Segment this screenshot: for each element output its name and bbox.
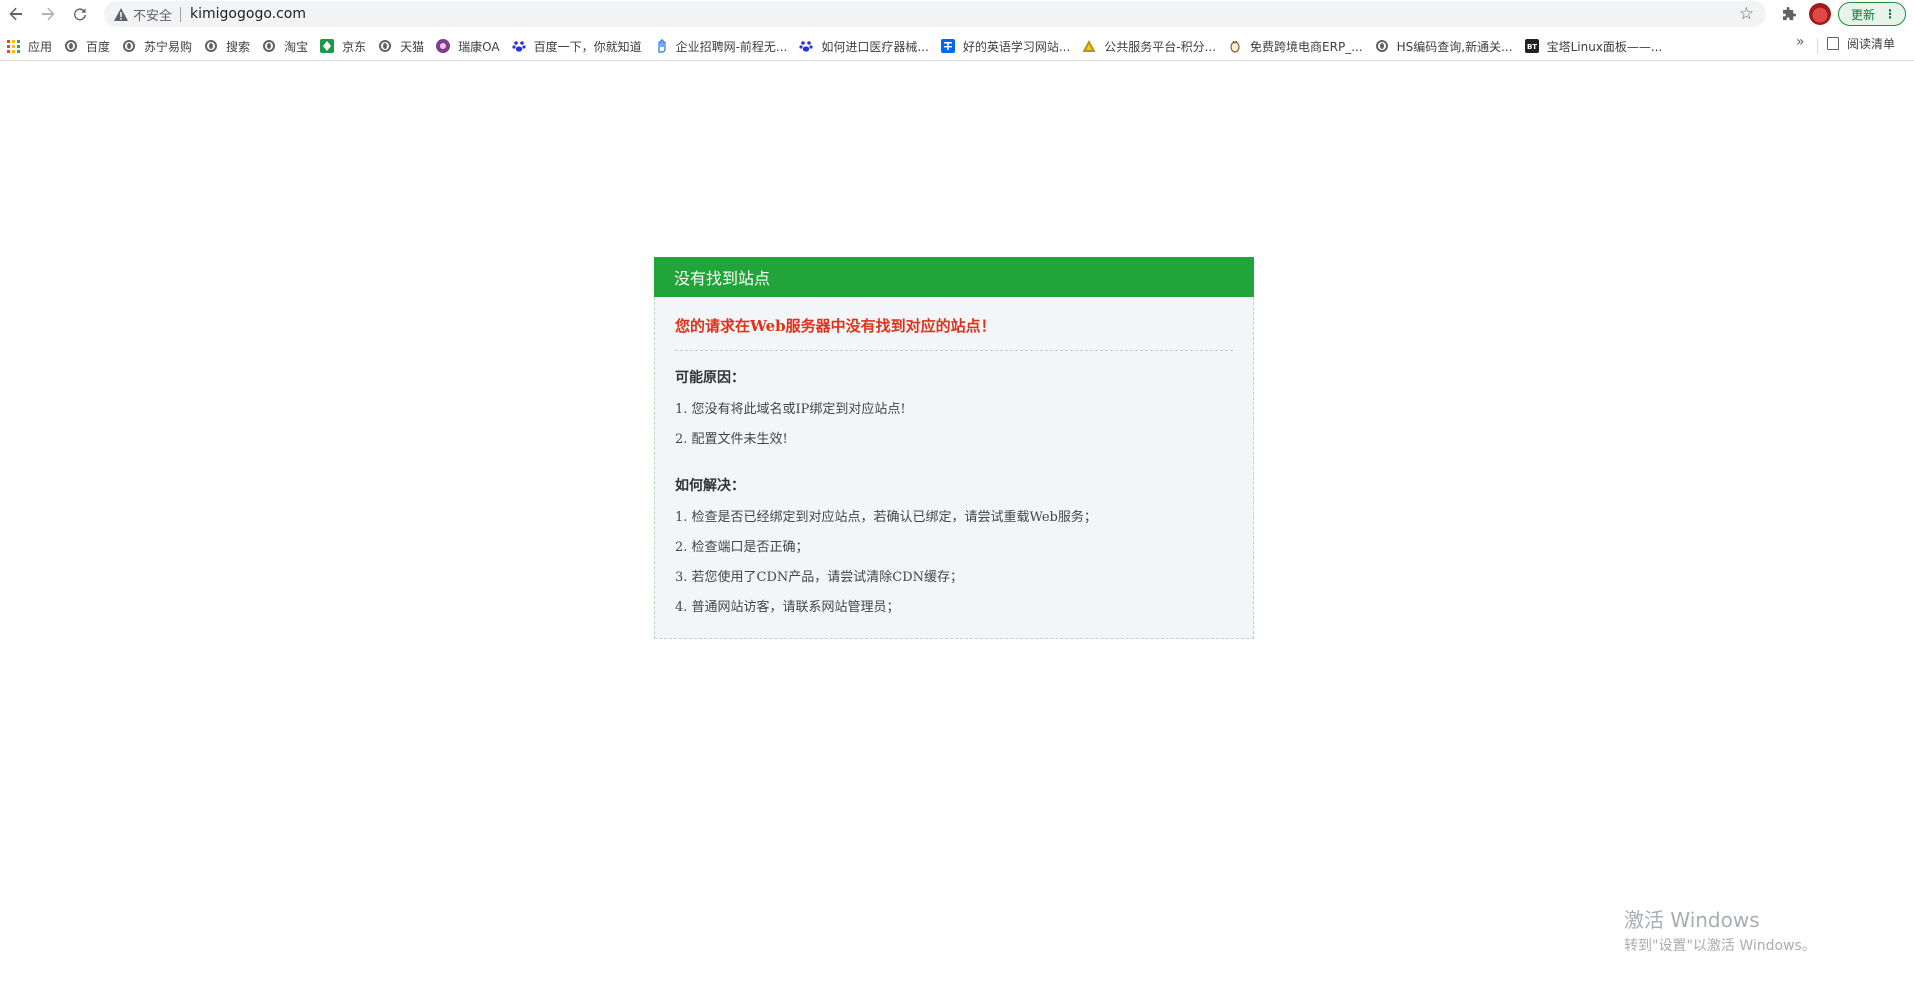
bookmark-label: 免费跨境电商ERP_... [1250, 39, 1363, 54]
list-item: 2. 配置文件未生效! [675, 432, 788, 447]
reasons-title: 可能原因： [675, 370, 745, 386]
zhihu-icon [940, 39, 955, 53]
bookmark-label: 企业招聘网-前程无... [675, 39, 788, 54]
baidu-paw-icon [799, 39, 813, 53]
reload-icon[interactable] [64, 0, 96, 28]
back-arrow-icon[interactable] [0, 0, 32, 28]
bookmark-ruikang-oa[interactable]: 瑞康OA [430, 35, 505, 57]
forward-arrow-icon[interactable] [32, 0, 64, 28]
solutions-list: 1. 检查是否已经绑定到对应站点，若确认已绑定，请尝试重载Web服务； 2. 检… [675, 503, 1233, 623]
bookmark-label: 淘宝 [284, 39, 309, 54]
menu-dots-icon[interactable]: ⋮ [1884, 8, 1896, 20]
bookmark-public-service[interactable]: 公共服务平台-积分... [1076, 35, 1222, 57]
svg-text:BT: BT [1527, 43, 1537, 51]
windows-activation-watermark: 激活 Windows 转到"设置"以激活 Windows。 [1624, 904, 1816, 955]
bookmark-baidu[interactable]: 百度 [58, 35, 116, 57]
reading-list-button[interactable]: 阅读清单 [1827, 35, 1895, 52]
bookmark-label: 苏宁易购 [144, 39, 193, 54]
watermark-title: 激活 Windows [1624, 908, 1760, 932]
site-not-found-panel: 没有找到站点 您的请求在Web服务器中没有找到对应的站点！ 可能原因： 1. 您… [654, 257, 1254, 639]
bookmark-label: 如何进口医疗器械... [821, 39, 929, 54]
puzzle-green-icon [320, 39, 335, 53]
list-item: 4. 普通网站访客，请联系网站管理员； [675, 600, 900, 615]
bookmark-hs-code[interactable]: HS编码查询,新通关... [1369, 35, 1519, 57]
watermark-subtitle: 转到"设置"以激活 Windows。 [1624, 938, 1816, 954]
bookmark-label: 京东 [342, 39, 367, 54]
bookmark-erp[interactable]: 免费跨境电商ERP_... [1222, 35, 1369, 57]
globe-icon [204, 39, 218, 53]
bookmark-label: 搜索 [226, 39, 251, 54]
bookmark-bt-panel[interactable]: BT 宝塔Linux面板——... [1519, 35, 1669, 57]
bookmark-label: 天猫 [400, 39, 425, 54]
list-item: 1. 您没有将此域名或IP绑定到对应站点! [675, 402, 906, 417]
list-item: 3. 若您使用了CDN产品，请尝试清除CDN缓存； [675, 570, 964, 585]
bookmark-label: 百度一下，你就知道 [533, 39, 642, 54]
reading-list-icon [1827, 37, 1839, 50]
bookmark-medical-import[interactable]: 如何进口医疗器械... [793, 35, 934, 57]
reasons-list: 1. 您没有将此域名或IP绑定到对应站点! 2. 配置文件未生效! [675, 395, 1233, 455]
bookmark-label: 宝塔Linux面板——... [1546, 39, 1663, 54]
error-divider [675, 350, 1233, 351]
more-bookmarks-chevron-icon[interactable]: » [1796, 34, 1805, 50]
bookmark-label: HS编码查询,新通关... [1396, 39, 1513, 54]
bookmark-suning[interactable]: 苏宁易购 [116, 35, 198, 57]
update-button[interactable]: 更新 ⋮ [1838, 2, 1906, 26]
solutions-title: 如何解决： [675, 478, 745, 494]
bookmark-jd[interactable]: 京东 [314, 35, 372, 57]
globe-icon [378, 39, 392, 53]
url-text[interactable]: kimigogogo.com [190, 6, 306, 22]
browser-toolbar: 不安全 kimigogogo.com ☆ 更新 ⋮ [0, 0, 1914, 28]
bookmark-label: 好的英语学习网站... [962, 39, 1071, 54]
list-item: 1. 检查是否已经绑定到对应站点，若确认已绑定，请尝试重载Web服务； [675, 510, 1097, 525]
address-bar[interactable]: 不安全 kimigogogo.com ☆ [104, 1, 1766, 27]
not-secure-label[interactable]: 不安全 [133, 5, 172, 24]
profile-avatar[interactable] [1809, 3, 1831, 25]
hand-icon [654, 39, 668, 53]
apps-grid-icon [6, 39, 20, 53]
bookmark-label: 应用 [28, 39, 53, 54]
globe-icon [262, 39, 276, 53]
bookmark-51job[interactable]: 企业招聘网-前程无... [648, 35, 794, 57]
bookmark-taobao[interactable]: 淘宝 [256, 35, 314, 57]
bookmark-label: 瑞康OA [458, 39, 500, 54]
update-label: 更新 [1851, 7, 1876, 22]
bookmark-zhihu[interactable]: 好的英语学习网站... [935, 35, 1076, 57]
bookmark-baidu-search[interactable]: 百度一下，你就知道 [506, 35, 648, 57]
bt-icon: BT [1524, 39, 1539, 53]
ruikang-icon [436, 39, 451, 53]
bookmarks-bar: 应用 百度 苏宁易购 搜索 淘宝 京东 天猫 瑞康OA 百度一下，你就知道 企业… [0, 32, 1914, 61]
bookmark-label: 百度 [86, 39, 111, 54]
error-message: 您的请求在Web服务器中没有找到对应的站点！ [675, 317, 996, 335]
triangle-icon [1082, 39, 1096, 53]
error-header: 没有找到站点 [654, 257, 1254, 297]
list-item: 2. 检查端口是否正确； [675, 540, 809, 555]
bookmark-star-icon[interactable]: ☆ [1739, 4, 1754, 24]
globe-icon [64, 39, 78, 53]
bookmark-search[interactable]: 搜索 [198, 35, 256, 57]
bookmark-apps[interactable]: 应用 [0, 35, 58, 57]
globe-icon [122, 39, 136, 53]
bookmark-tmall[interactable]: 天猫 [372, 35, 430, 57]
extensions-puzzle-icon[interactable] [1778, 3, 1800, 25]
reading-list-label: 阅读清单 [1847, 37, 1896, 51]
bookmark-label: 公共服务平台-积分... [1104, 39, 1217, 54]
egg-icon [1228, 39, 1242, 53]
error-body: 您的请求在Web服务器中没有找到对应的站点！ 可能原因： 1. 您没有将此域名或… [654, 297, 1254, 639]
bookmarks-divider [1817, 38, 1818, 54]
not-secure-warning-icon[interactable] [114, 7, 128, 21]
omnibox-separator [180, 6, 182, 22]
globe-icon [1375, 39, 1389, 53]
baidu-paw-icon [511, 39, 526, 53]
